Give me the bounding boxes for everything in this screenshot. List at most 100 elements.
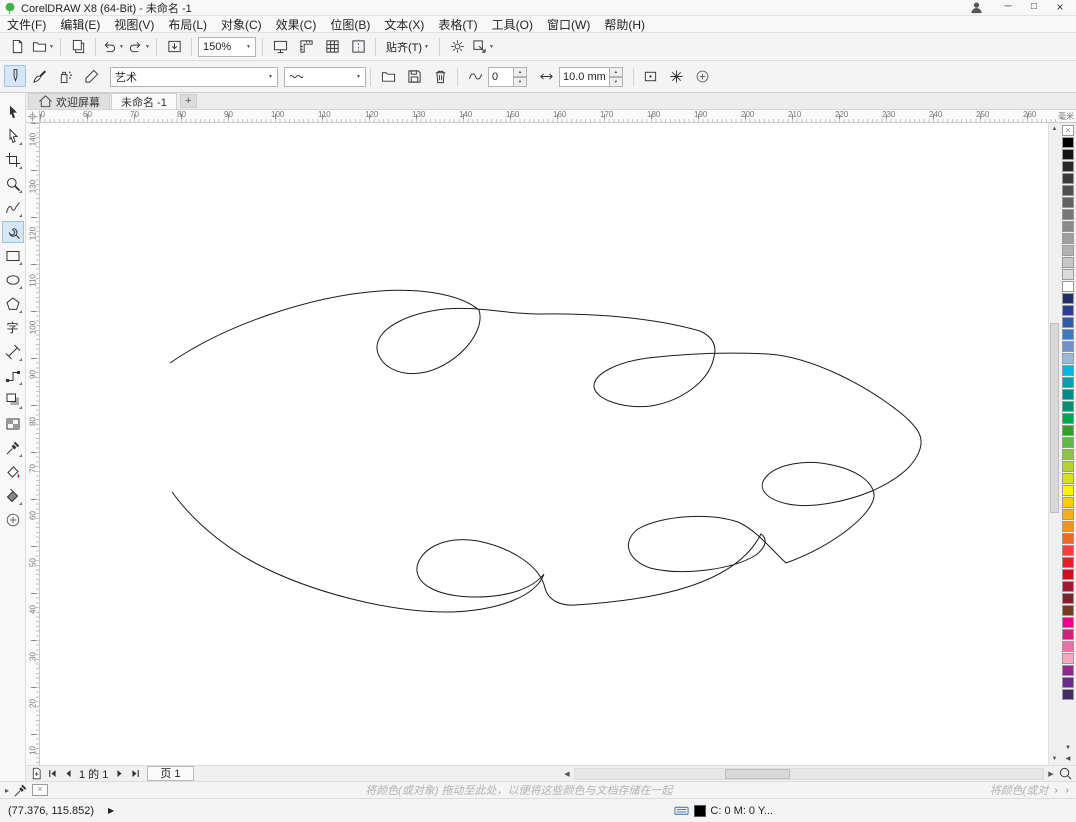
browse-preset-button[interactable] [375, 66, 401, 88]
color-swatch[interactable] [1062, 665, 1074, 676]
scroll-right-button[interactable]: ▶ [1044, 770, 1058, 778]
brush-mode-button[interactable] [26, 66, 52, 88]
palette-expand-arrow[interactable]: ▸ [5, 786, 9, 795]
color-swatch[interactable] [1062, 353, 1074, 364]
color-swatch[interactable] [1062, 389, 1074, 400]
color-swatch[interactable] [1062, 569, 1074, 580]
save-stroke-button[interactable] [401, 66, 427, 88]
color-swatch[interactable] [1062, 629, 1074, 640]
new-document-button[interactable] [4, 36, 30, 58]
palette-flyout-button[interactable]: ◀ [1062, 754, 1074, 765]
menu-effects[interactable]: 效果(C) [269, 16, 324, 33]
color-swatch[interactable] [1062, 281, 1074, 292]
scroll-up-button[interactable]: ▲ [1049, 123, 1060, 135]
menu-table[interactable]: 表格(T) [431, 16, 484, 33]
color-swatch[interactable] [1062, 269, 1074, 280]
freehand-smoothing-spin[interactable]: 0 ▲ ▼ [488, 66, 527, 87]
vertical-ruler[interactable]: 140 130 120 110 100 90 80 70 60 50 40 30 20 10 [26, 123, 40, 765]
color-swatch[interactable] [1062, 377, 1074, 388]
vertical-scrollbar[interactable]: ▲ ▼ [1048, 123, 1060, 765]
crop-tool[interactable] [2, 149, 24, 171]
spin-down-button[interactable]: ▼ [609, 76, 623, 87]
color-swatch[interactable] [1062, 617, 1074, 628]
color-swatch[interactable] [1062, 521, 1074, 532]
snap-to-button[interactable]: 贴齐(T) ▼ [380, 36, 435, 58]
color-swatch[interactable] [1062, 605, 1074, 616]
color-swatch[interactable] [1062, 365, 1074, 376]
navigator-button[interactable] [1058, 766, 1076, 781]
stroke-list-combo[interactable]: ▼ [284, 66, 366, 87]
scroll-left-button[interactable]: ◀ [560, 770, 574, 778]
next-page-button[interactable] [111, 767, 127, 781]
color-swatch[interactable] [1062, 413, 1074, 424]
copy-button[interactable] [65, 36, 91, 58]
scroll-down-button[interactable]: ▼ [1049, 753, 1060, 765]
horizontal-ruler[interactable]: 50 60 70 80 90 100 110 120 130 140 150 160 170 180 190… [40, 110, 1076, 122]
color-swatch[interactable] [1062, 305, 1074, 316]
preset-mode-button[interactable] [4, 64, 26, 87]
interactive-fill-tool[interactable] [2, 485, 24, 507]
color-swatch[interactable] [1062, 245, 1074, 256]
color-swatch[interactable] [1062, 677, 1074, 688]
stroke-width-spin[interactable]: 10.0 mm ▲ ▼ [559, 66, 623, 87]
menu-bitmaps[interactable]: 位图(B) [323, 16, 377, 33]
color-swatch[interactable] [1062, 401, 1074, 412]
spin-up-button[interactable]: ▲ [514, 66, 527, 77]
show-guidelines-button[interactable] [345, 36, 371, 58]
menu-object[interactable]: 对象(C) [214, 16, 269, 33]
horizontal-scroll-thumb[interactable] [725, 768, 790, 779]
scale-stroke-with-object-button[interactable] [664, 66, 690, 88]
new-document-tab-button[interactable]: + [179, 94, 197, 108]
no-color-swatch[interactable]: × [1062, 125, 1074, 136]
menu-view[interactable]: 视图(V) [107, 16, 161, 33]
menu-tools[interactable]: 工具(O) [485, 16, 540, 33]
color-swatch[interactable] [1062, 425, 1074, 436]
color-swatch[interactable] [1062, 341, 1074, 352]
smoothing-value[interactable]: 0 [488, 66, 514, 87]
redo-button[interactable]: ▼ [126, 36, 152, 58]
shape-tool[interactable] [2, 125, 24, 147]
palette-scroll-chevron-2[interactable]: › [1064, 785, 1071, 796]
drop-shadow-tool[interactable] [2, 389, 24, 411]
undo-button[interactable]: ▼ [100, 36, 126, 58]
connector-tool[interactable] [2, 365, 24, 387]
artistic-media-tool[interactable] [1, 221, 24, 243]
freehand-curve-object[interactable] [169, 289, 922, 613]
menu-file[interactable]: 文件(F) [0, 16, 53, 33]
color-swatch[interactable] [1062, 161, 1074, 172]
more-tools-button[interactable] [2, 509, 24, 531]
menu-text[interactable]: 文本(X) [377, 16, 431, 33]
color-swatch[interactable] [1062, 221, 1074, 232]
preset-list-combo[interactable]: 艺术 ▼ [110, 66, 278, 87]
freehand-tool[interactable] [2, 197, 24, 219]
stroke-frame-button[interactable] [638, 66, 664, 88]
menu-edit[interactable]: 编辑(E) [53, 16, 107, 33]
color-swatch[interactable] [1062, 329, 1074, 340]
parallel-dimension-tool[interactable] [2, 341, 24, 363]
pick-tool[interactable] [2, 101, 24, 123]
color-swatch[interactable] [1062, 209, 1074, 220]
spin-down-button[interactable]: ▼ [514, 76, 527, 87]
eyedropper-icon[interactable] [13, 783, 28, 798]
color-swatch[interactable] [1062, 653, 1074, 664]
go-to-last-page-button[interactable] [127, 767, 143, 781]
calligraphic-mode-button[interactable] [78, 66, 104, 88]
play-icon[interactable]: ▶ [108, 806, 114, 815]
zoom-tool[interactable] [2, 173, 24, 195]
color-swatch[interactable] [1062, 449, 1074, 460]
color-swatch[interactable] [1062, 641, 1074, 652]
color-swatch[interactable] [1062, 497, 1074, 508]
ellipse-tool[interactable] [2, 269, 24, 291]
text-tool[interactable]: 字 [2, 317, 24, 339]
spin-up-button[interactable]: ▲ [609, 66, 623, 77]
color-swatch[interactable] [1062, 293, 1074, 304]
color-swatch[interactable] [1062, 689, 1074, 700]
color-swatch[interactable] [1062, 233, 1074, 244]
fullscreen-preview-button[interactable] [267, 36, 293, 58]
show-grid-button[interactable] [319, 36, 345, 58]
menu-window[interactable]: 窗口(W) [540, 16, 597, 33]
color-swatch[interactable] [1062, 173, 1074, 184]
minimize-button[interactable]: ─ [995, 0, 1021, 15]
vertical-scroll-thumb[interactable] [1050, 323, 1059, 513]
color-swatch[interactable] [1062, 533, 1074, 544]
